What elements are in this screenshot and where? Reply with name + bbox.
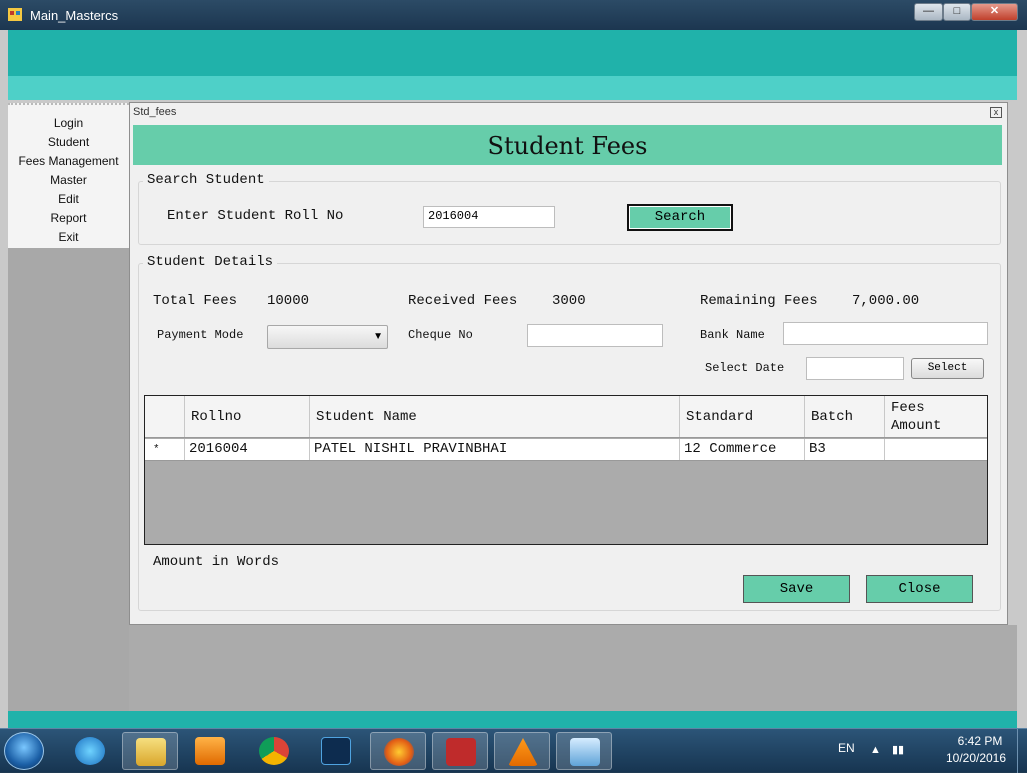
app-icon xyxy=(8,8,22,21)
menu-item-edit[interactable]: Edit xyxy=(8,190,129,209)
remaining-fees-label: Remaining Fees xyxy=(700,293,818,309)
clock-date[interactable]: 10/20/2016 xyxy=(941,751,1011,765)
student-details-group-label: Student Details xyxy=(143,254,278,270)
main-window: Main_Mastercs — □ ✕ Login Student Fees M… xyxy=(0,0,1027,728)
cell-fees-amount[interactable] xyxy=(885,439,987,460)
bank-name-input[interactable] xyxy=(783,322,988,345)
amount-in-words-label: Amount in Words xyxy=(153,554,280,570)
cell-standard[interactable]: 12 Commerce xyxy=(680,439,805,460)
student-fees-form: Std_fees x Student Fees Search Student E… xyxy=(129,102,1008,625)
total-fees-label: Total Fees xyxy=(153,293,238,309)
table-row[interactable]: * 2016004 PATEL NISHIL PRAVINBHAI 12 Com… xyxy=(145,439,987,461)
chrome-icon[interactable] xyxy=(246,732,302,770)
mdi-client-area xyxy=(129,625,1017,711)
window-title: Main_Mastercs xyxy=(30,8,119,23)
internet-explorer-icon[interactable] xyxy=(62,732,118,770)
select-date-label: Select Date xyxy=(705,361,785,375)
menu-item-report[interactable]: Report xyxy=(8,209,129,228)
column-header-student-name[interactable]: Student Name xyxy=(310,396,680,437)
menu-item-master[interactable]: Master xyxy=(8,171,129,190)
header-band xyxy=(8,30,1017,76)
filezilla-icon[interactable] xyxy=(432,732,488,770)
header-band-light xyxy=(8,76,1017,100)
network-icon[interactable]: ▮▮ xyxy=(892,744,904,756)
cheque-no-input[interactable] xyxy=(527,324,663,347)
media-player-icon[interactable] xyxy=(182,732,238,770)
grid-header-row: Rollno Student Name Standard Batch Fees … xyxy=(145,396,987,438)
maximize-button[interactable]: □ xyxy=(943,3,971,21)
form-close-icon[interactable]: x xyxy=(990,107,1002,118)
form-title: Std_fees xyxy=(133,106,177,118)
language-indicator[interactable]: EN xyxy=(838,741,855,755)
roll-no-label: Enter Student Roll No xyxy=(167,208,344,224)
column-header-standard[interactable]: Standard xyxy=(680,396,805,437)
menu-item-fees-management[interactable]: Fees Management xyxy=(8,152,129,171)
student-app-icon[interactable] xyxy=(556,732,612,770)
start-button[interactable] xyxy=(4,732,44,770)
firefox-icon[interactable] xyxy=(370,732,426,770)
photoshop-icon[interactable] xyxy=(308,732,364,770)
roll-no-input[interactable]: 2016004 xyxy=(423,206,555,228)
received-fees-label: Received Fees xyxy=(408,293,518,309)
fees-grid[interactable]: Rollno Student Name Standard Batch Fees … xyxy=(144,395,988,545)
received-fees-value: 3000 xyxy=(552,293,586,309)
cell-rollno[interactable]: 2016004 xyxy=(185,439,310,460)
column-header-fees-amount[interactable]: Fees Amount xyxy=(885,396,987,437)
minimize-button[interactable]: — xyxy=(914,3,943,21)
chevron-down-icon: ▼ xyxy=(373,331,383,342)
search-student-group-label: Search Student xyxy=(143,172,269,188)
search-button[interactable]: Search xyxy=(627,204,733,231)
show-hidden-icons-icon[interactable]: ▲ xyxy=(870,744,881,756)
grid-row-header-corner xyxy=(145,396,185,437)
clock-time[interactable]: 6:42 PM xyxy=(950,734,1010,748)
main-menu: Login Student Fees Management Master Edi… xyxy=(8,103,129,248)
payment-mode-label: Payment Mode xyxy=(157,328,244,342)
select-date-input[interactable] xyxy=(806,357,904,380)
cell-batch[interactable]: B3 xyxy=(805,439,885,460)
column-header-rollno[interactable]: Rollno xyxy=(185,396,310,437)
cell-student-name[interactable]: PATEL NISHIL PRAVINBHAI xyxy=(310,439,680,460)
total-fees-value: 10000 xyxy=(267,293,310,309)
cheque-no-label: Cheque No xyxy=(408,328,473,342)
save-button[interactable]: Save xyxy=(743,575,850,603)
remaining-fees-value: 7,000.00 xyxy=(852,293,920,309)
menu-filler xyxy=(8,248,129,711)
page-title: Student Fees xyxy=(133,125,1002,165)
file-explorer-icon[interactable] xyxy=(122,732,178,770)
vlc-icon[interactable] xyxy=(494,732,550,770)
taskbar: EN ▲ ▮▮ 6:42 PM 10/20/2016 xyxy=(0,728,1027,773)
select-date-button[interactable]: Select xyxy=(911,358,984,379)
column-header-batch[interactable]: Batch xyxy=(805,396,885,437)
menu-item-student[interactable]: Student xyxy=(8,133,129,152)
close-window-button[interactable]: ✕ xyxy=(971,3,1018,21)
menu-item-login[interactable]: Login xyxy=(8,114,129,133)
title-bar: Main_Mastercs — □ ✕ xyxy=(0,0,1027,30)
close-button[interactable]: Close xyxy=(866,575,973,603)
bank-name-label: Bank Name xyxy=(700,328,765,342)
payment-mode-select[interactable]: ▼ xyxy=(267,325,388,349)
menu-item-exit[interactable]: Exit xyxy=(8,228,129,247)
footer-band xyxy=(8,711,1017,728)
show-desktop-button[interactable] xyxy=(1017,729,1027,773)
tray-icons[interactable]: ▲ ▮▮ xyxy=(870,743,904,756)
row-marker: * xyxy=(145,439,185,460)
